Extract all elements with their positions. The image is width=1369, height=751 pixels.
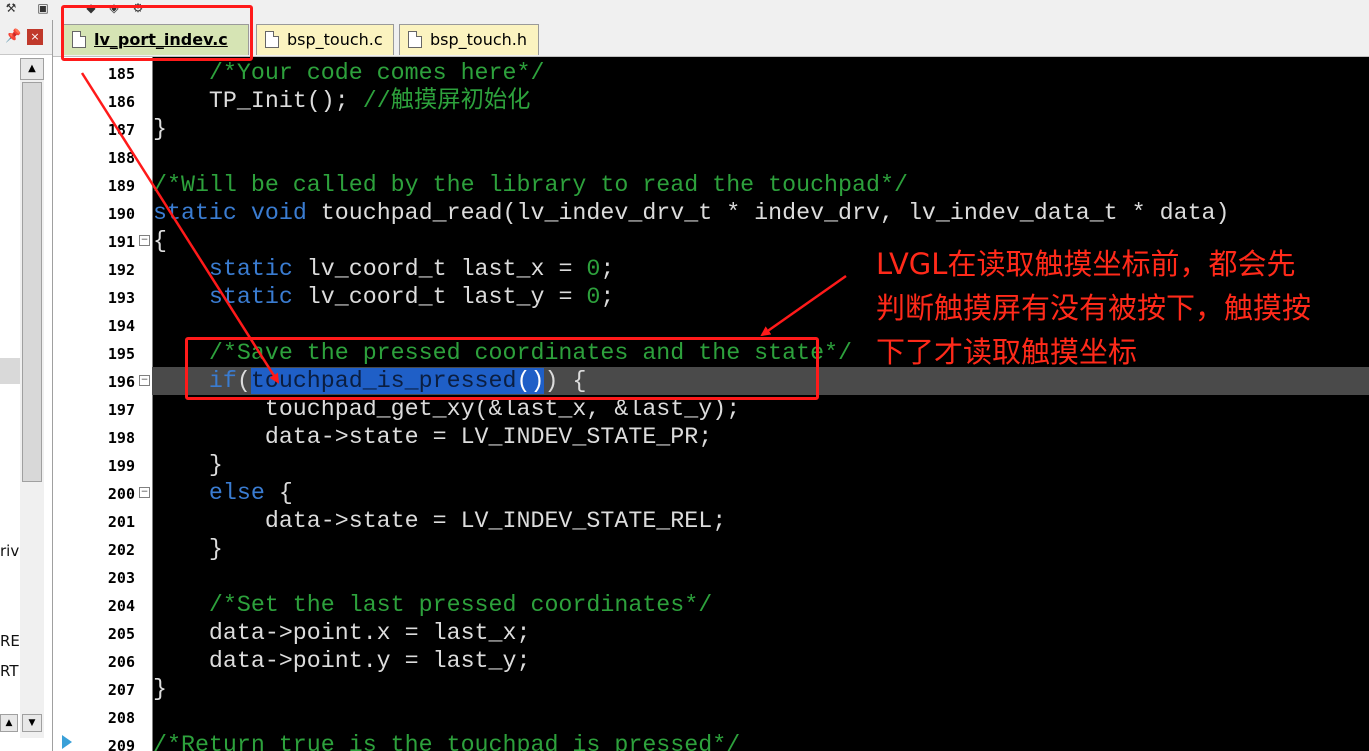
annotation-arrows xyxy=(80,72,847,384)
annotation-callout: LVGL在读取触摸坐标前，都会先 判断触摸屏有没有被按下，触摸按 下了才读取触摸… xyxy=(876,247,1312,369)
arrow-from-tab xyxy=(80,72,280,384)
arrow-from-callout xyxy=(760,274,847,337)
